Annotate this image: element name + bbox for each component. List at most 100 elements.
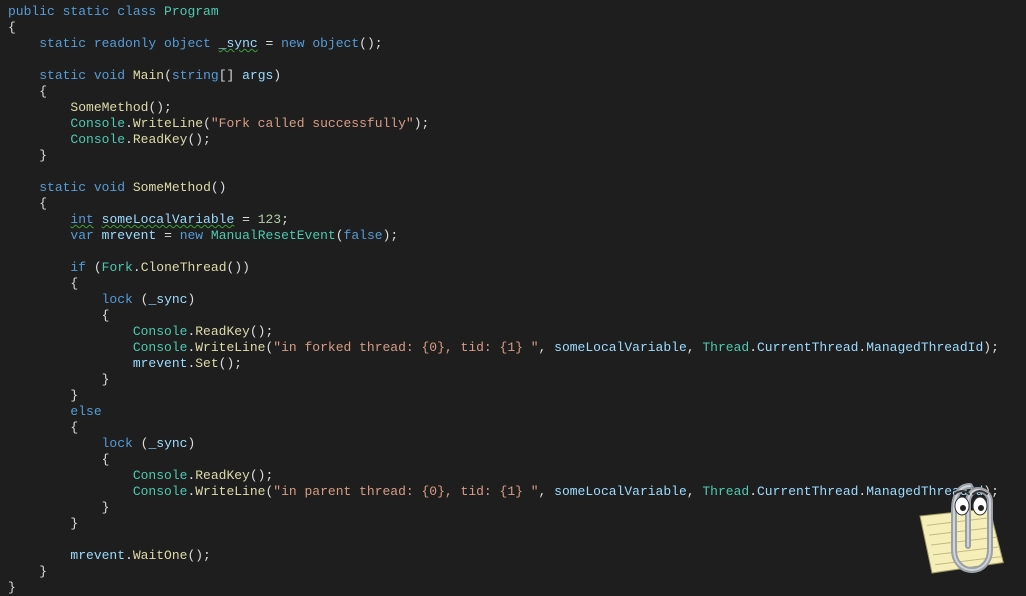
main-decl: static void (39, 68, 125, 83)
brace: { (39, 84, 47, 99)
if-kw: if (70, 260, 86, 275)
local-var: someLocalVariable (102, 212, 235, 227)
args-param: args (242, 68, 273, 83)
eq: = (164, 228, 172, 243)
local-ref: someLocalVariable (554, 340, 687, 355)
main-fn: Main (133, 68, 164, 83)
readkey-fn: ReadKey (133, 132, 188, 147)
eq: = (266, 36, 274, 51)
clippy-icon (900, 478, 1020, 588)
brace: { (8, 20, 16, 35)
paren: ); (414, 116, 430, 131)
brace: { (70, 420, 78, 435)
paren: ( (94, 260, 102, 275)
brace: } (39, 148, 47, 163)
paren: (); (250, 468, 273, 483)
paren: (); (359, 36, 382, 51)
comma: , (539, 484, 555, 499)
paren: ) (187, 292, 195, 307)
writeline-fn: WriteLine (195, 484, 265, 499)
console-type: Console (133, 324, 188, 339)
string-kw: string (172, 68, 219, 83)
mre-type: ManualResetEvent (211, 228, 336, 243)
comma: , (687, 484, 703, 499)
paren: ( (203, 116, 211, 131)
fork-type: Fork (102, 260, 133, 275)
mrevent-ref: mrevent (133, 356, 188, 371)
lock-kw: lock (102, 292, 133, 307)
writeline-fn: WriteLine (195, 340, 265, 355)
sync-new: new object (281, 36, 359, 51)
semi: ; (281, 212, 289, 227)
console-type: Console (133, 340, 188, 355)
brace: { (102, 308, 110, 323)
brace: { (39, 196, 47, 211)
console-type: Console (133, 468, 188, 483)
dot: . (749, 340, 757, 355)
paren: ( (336, 228, 344, 243)
currentthread-prop: CurrentThread (757, 340, 858, 355)
local-val: 123 (258, 212, 281, 227)
else-kw: else (70, 404, 101, 419)
str-fork-called: "Fork called successfully" (211, 116, 414, 131)
kw-public: public static class (8, 4, 156, 19)
sm-decl: static void (39, 180, 125, 195)
brace: { (70, 276, 78, 291)
paren: ); (983, 340, 999, 355)
currentthread-prop: CurrentThread (757, 484, 858, 499)
comma: , (539, 340, 555, 355)
mrevent-ref: mrevent (70, 548, 125, 563)
paren: ) (273, 68, 281, 83)
office-assistant-clippy[interactable] (900, 478, 1020, 588)
mrevent-var: mrevent (102, 228, 157, 243)
brace: { (102, 452, 110, 467)
paren: ( (164, 68, 172, 83)
thread-type: Thread (702, 484, 749, 499)
sync-field: _sync (219, 36, 258, 51)
sm-fn: SomeMethod (133, 180, 211, 195)
dot: . (125, 116, 133, 131)
paren: (); (187, 548, 210, 563)
call-somemethod: SomeMethod (70, 100, 148, 115)
dot: . (125, 132, 133, 147)
var-kw: var (70, 228, 93, 243)
clonethread-fn: CloneThread (141, 260, 227, 275)
paren: ); (383, 228, 399, 243)
paren: (); (148, 100, 171, 115)
writeline-fn: WriteLine (133, 116, 203, 131)
set-fn: Set (195, 356, 218, 371)
eq: = (242, 212, 250, 227)
false-kw: false (344, 228, 383, 243)
sync-mods: static readonly object (39, 36, 211, 51)
paren: (); (219, 356, 242, 371)
brace: } (102, 500, 110, 515)
brace: } (70, 516, 78, 531)
console-type: Console (133, 484, 188, 499)
waitone-fn: WaitOne (133, 548, 188, 563)
lock-kw: lock (102, 436, 133, 451)
int-kw: int (70, 212, 93, 227)
sync-ref: _sync (148, 292, 187, 307)
thread-type: Thread (702, 340, 749, 355)
brace: } (39, 564, 47, 579)
str-forked: "in forked thread: {0}, tid: {1} " (273, 340, 538, 355)
paren: ) (187, 436, 195, 451)
str-parent: "in parent thread: {0}, tid: {1} " (273, 484, 538, 499)
new-kw: new (180, 228, 203, 243)
brace: } (70, 388, 78, 403)
sync-ref: _sync (148, 436, 187, 451)
code-editor[interactable]: public static class Program { static rea… (8, 4, 1018, 596)
brace: } (8, 580, 16, 595)
dot: . (133, 260, 141, 275)
comma: , (687, 340, 703, 355)
brace: } (102, 372, 110, 387)
console-type: Console (70, 132, 125, 147)
readkey-fn: ReadKey (195, 324, 250, 339)
console-type: Console (70, 116, 125, 131)
paren: ()) (227, 260, 250, 275)
dot: . (125, 548, 133, 563)
dot: . (749, 484, 757, 499)
managedtid-prop: ManagedThreadId (866, 340, 983, 355)
paren: (); (250, 324, 273, 339)
brackets: [] (219, 68, 235, 83)
